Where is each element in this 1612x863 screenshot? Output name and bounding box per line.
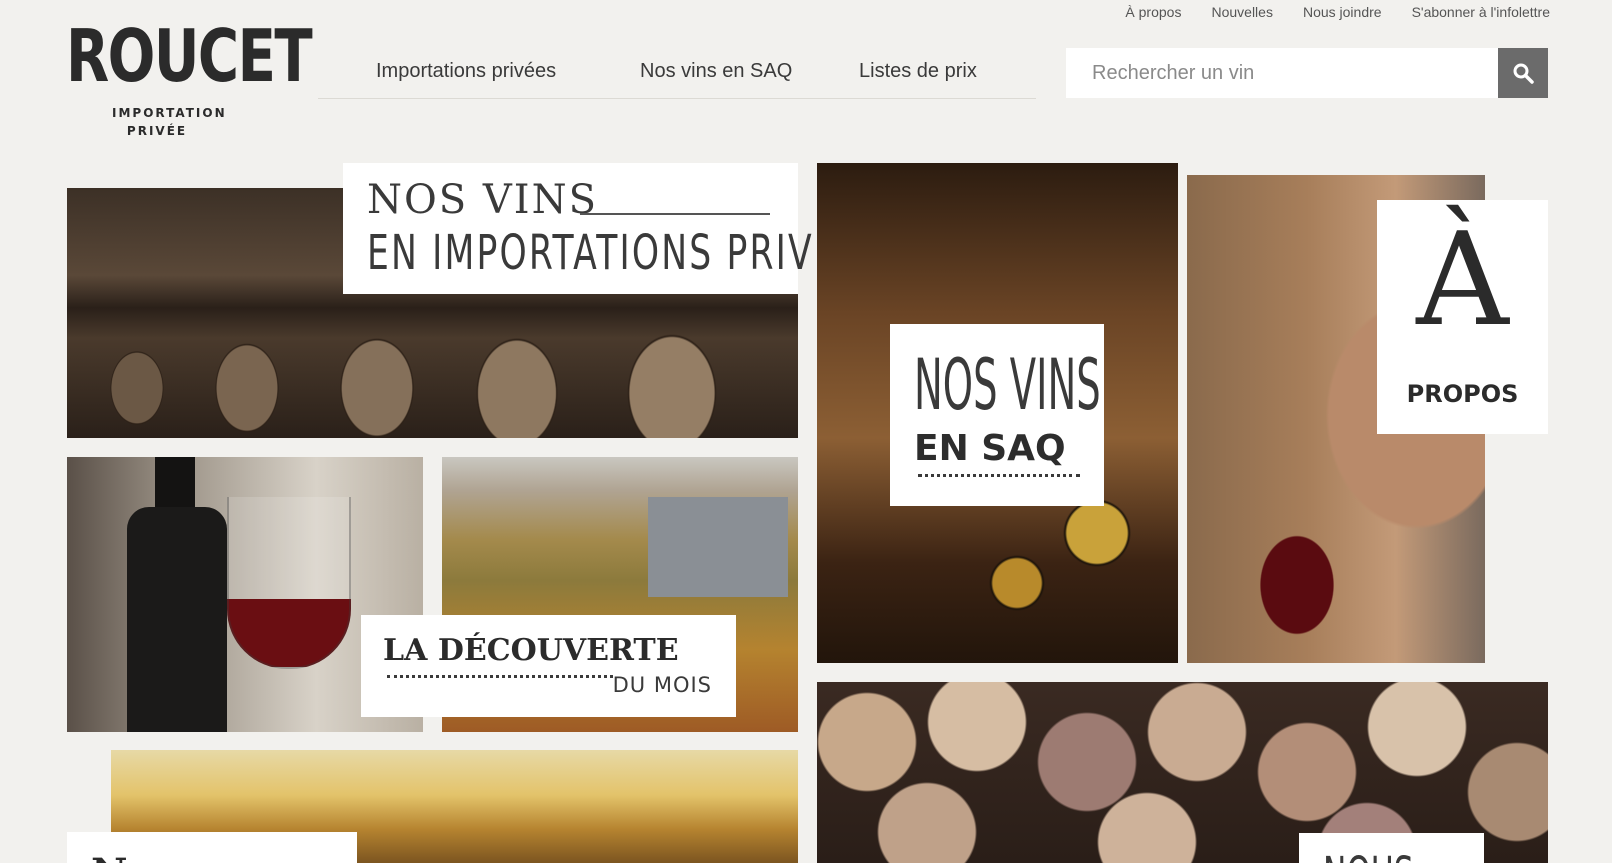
- top-link-apropos[interactable]: À propos: [1125, 4, 1181, 20]
- search-input[interactable]: [1066, 48, 1486, 98]
- chapel: [648, 497, 788, 597]
- nav-importations-privees[interactable]: Importations privées: [376, 60, 556, 83]
- label-apropos-line2: PROPOS: [1406, 380, 1519, 408]
- top-link-infolettre[interactable]: S'abonner à l'infolettre: [1412, 4, 1550, 20]
- label-decouverte-line2: DU MOIS: [612, 673, 712, 697]
- label-a-propos: À PROPOS: [1377, 200, 1548, 434]
- search-box: [1066, 48, 1548, 98]
- label-decouverte-du-mois: LA DÉCOUVERTE DU MOIS: [361, 615, 736, 717]
- logo-tagline-line2: PRIVÉE: [126, 124, 188, 138]
- logo-tagline-line1: IMPORTATION: [112, 106, 227, 120]
- logo-wordmark: ROUCET: [66, 14, 313, 98]
- top-link-nous-joindre[interactable]: Nous joindre: [1303, 4, 1382, 20]
- site-logo[interactable]: ROUCET IMPORTATION PRIVÉE: [66, 16, 313, 146]
- nav-listes-de-prix[interactable]: Listes de prix: [859, 60, 977, 83]
- label-vins-en-saq: NOS VINS EN SAQ: [890, 324, 1104, 506]
- top-links: À propos Nouvelles Nous joindre S'abonne…: [1125, 4, 1550, 20]
- label-nous-partial: NOUS: [1299, 833, 1484, 863]
- label-nouvelles-line1: N: [91, 850, 128, 863]
- main-nav: Importations privées Nos vins en SAQ Lis…: [318, 48, 1036, 99]
- bottle: [127, 507, 227, 732]
- label-rule: [580, 213, 770, 215]
- label-importations-line1: NOS VINS: [367, 177, 598, 223]
- label-nous-line1: NOUS: [1323, 847, 1414, 863]
- label-saq-line2: EN SAQ: [914, 428, 1066, 469]
- label-saq-dots: [918, 474, 1080, 477]
- label-importations-line2: EN IMPORTATIONS PRIVÉES: [367, 225, 886, 281]
- logo-tagline: IMPORTATION PRIVÉE: [112, 104, 227, 140]
- label-saq-line1: NOS VINS: [914, 344, 1101, 426]
- label-importations-privees: NOS VINS EN IMPORTATIONS PRIVÉES: [343, 163, 886, 294]
- nav-vins-en-saq[interactable]: Nos vins en SAQ: [640, 60, 792, 83]
- label-decouverte-dots: [387, 675, 613, 678]
- search-button[interactable]: [1498, 48, 1548, 98]
- label-apropos-line1: À: [1416, 206, 1509, 355]
- wine-glass: [227, 497, 351, 669]
- label-nouvelles-partial: N: [67, 832, 357, 863]
- label-decouverte-line1: LA DÉCOUVERTE: [383, 633, 679, 668]
- search-icon: [1513, 63, 1534, 84]
- top-link-nouvelles[interactable]: Nouvelles: [1211, 4, 1272, 20]
